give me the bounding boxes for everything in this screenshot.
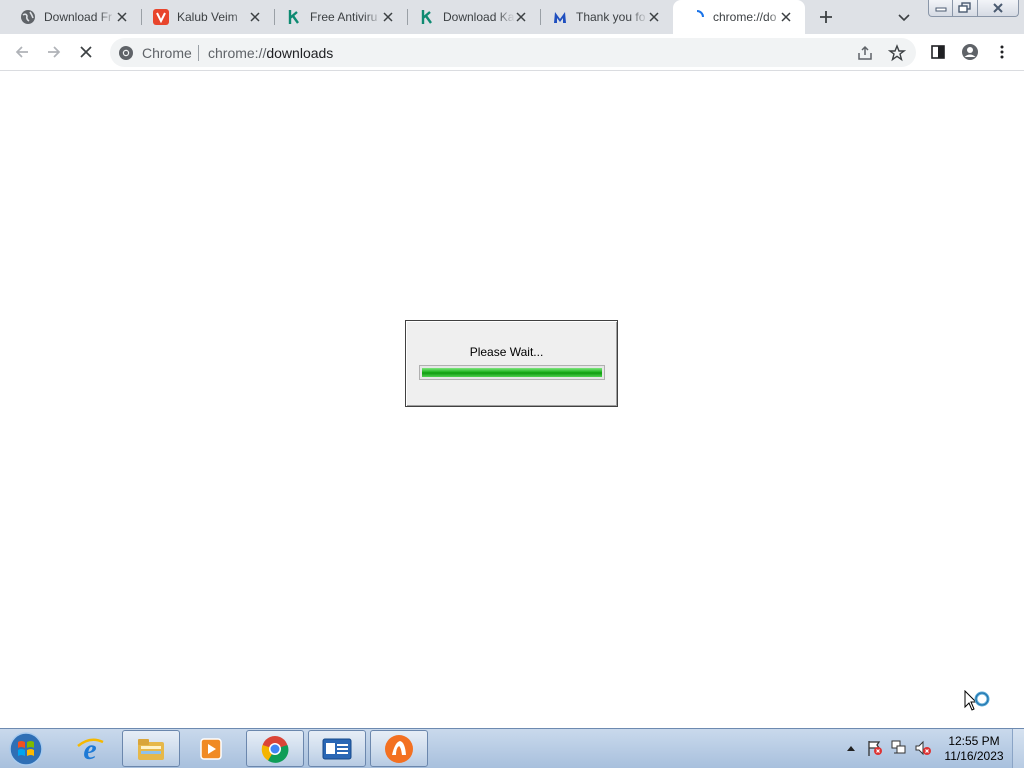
tab-search-button[interactable]: [896, 9, 912, 25]
browser-toolbar: Chrome chrome://downloads: [0, 34, 1024, 71]
windows-start-icon: [9, 732, 43, 766]
site-chip-label: Chrome: [142, 45, 192, 61]
globe-icon: [20, 9, 36, 25]
kebab-menu-icon: [1000, 45, 1004, 59]
tray-volume[interactable]: [914, 739, 932, 757]
stop-x-icon: [80, 46, 92, 58]
media-player-icon: [200, 737, 222, 760]
volume-muted-icon: [915, 740, 931, 756]
stop-loading-button[interactable]: [76, 42, 96, 62]
taskbar-file-explorer[interactable]: [122, 730, 180, 767]
side-panel-icon: [931, 45, 945, 59]
progress-bar: [419, 365, 605, 380]
forward-button[interactable]: [44, 42, 64, 62]
tray-expand-button[interactable]: [842, 739, 860, 757]
chevron-down-icon: [898, 14, 910, 22]
file-explorer-icon: [138, 738, 164, 760]
tab-close-icon[interactable]: [514, 10, 528, 24]
tray-network[interactable]: [890, 739, 908, 757]
tab-free-antivirus[interactable]: Free Antiviru: [274, 0, 407, 34]
tab-close-icon[interactable]: [115, 10, 129, 24]
tab-strip: Download Fr Kalub Veim Free Antiviru Dow…: [0, 0, 1024, 34]
svg-text:e: e: [83, 734, 96, 764]
start-button[interactable]: [6, 731, 46, 767]
share-icon[interactable]: [856, 44, 874, 62]
busy-cursor-icon: [964, 689, 994, 720]
taskbar-chrome[interactable]: [246, 730, 304, 767]
chrome-site-icon: [118, 45, 134, 61]
outlook-card-icon: [322, 738, 352, 759]
tab-title: Thank you fo: [576, 10, 646, 24]
profile-avatar-icon: [962, 44, 978, 60]
tab-chrome-downloads[interactable]: chrome://do: [673, 0, 805, 34]
tab-close-icon[interactable]: [779, 10, 793, 24]
tab-close-icon[interactable]: [248, 10, 262, 24]
tab-close-icon[interactable]: [381, 10, 395, 24]
tab-title: Download Fr: [44, 10, 113, 24]
clock-date: 11/16/2023: [944, 749, 1004, 763]
loading-spinner-icon: [689, 9, 705, 25]
v-logo-icon: [153, 9, 169, 25]
tab-download-kaspersky[interactable]: Download Ka: [407, 0, 540, 34]
windows-taskbar: e 12:55 PM 11/16/2023: [0, 728, 1024, 768]
tab-thank-you[interactable]: Thank you fo: [540, 0, 673, 34]
chrome-icon: [261, 735, 289, 763]
menu-button[interactable]: [992, 42, 1012, 62]
restore-icon: [958, 2, 971, 13]
malwarebytes-icon: [552, 9, 568, 25]
chevron-up-icon: [847, 746, 855, 751]
dialog-message: Please Wait...: [469, 345, 544, 359]
address-bar[interactable]: Chrome chrome://downloads: [110, 38, 916, 67]
url-host: downloads: [266, 45, 334, 61]
profile-button[interactable]: [960, 42, 980, 62]
minimize-button[interactable]: [928, 0, 953, 17]
tab-title: Free Antiviru: [310, 10, 378, 24]
arrow-left-icon: [15, 46, 28, 58]
clock-time: 12:55 PM: [948, 734, 1000, 748]
taskbar-media-player[interactable]: [183, 730, 241, 767]
tab-close-icon[interactable]: [647, 10, 661, 24]
tab-title: Kalub Veim: [177, 10, 238, 24]
omnibox-divider: [198, 45, 199, 61]
tab-kalub-veim[interactable]: Kalub Veim: [141, 0, 274, 34]
side-panel-button[interactable]: [928, 42, 948, 62]
restore-button[interactable]: [952, 0, 978, 17]
close-icon: [993, 3, 1003, 13]
url-text: chrome://downloads: [208, 45, 333, 61]
progress-bar-fill: [422, 368, 602, 377]
taskbar-internet-explorer[interactable]: e: [61, 730, 119, 767]
tab-download-free[interactable]: Download Fr: [0, 0, 141, 34]
tray-action-center[interactable]: [866, 739, 884, 757]
arrow-right-icon: [48, 46, 61, 58]
show-desktop-button[interactable]: [1012, 729, 1024, 768]
back-button[interactable]: [12, 42, 32, 62]
minimize-icon: [935, 7, 946, 12]
system-clock[interactable]: 12:55 PM 11/16/2023: [940, 734, 1008, 764]
kaspersky-k-icon: [286, 9, 302, 25]
plus-icon: [820, 11, 832, 23]
close-window-button[interactable]: [977, 0, 1019, 17]
kaspersky-k-icon: [419, 9, 435, 25]
tab-title: chrome://do: [713, 10, 777, 24]
taskbar-avast[interactable]: [370, 730, 428, 767]
please-wait-dialog: Please Wait...: [405, 320, 618, 407]
bookmark-star-icon[interactable]: [887, 44, 907, 62]
flag-warning-icon: [868, 741, 882, 756]
url-scheme: chrome://: [208, 45, 267, 61]
tab-title: Download Ka: [443, 10, 515, 24]
internet-explorer-icon: e: [77, 734, 104, 764]
network-icon: [891, 740, 906, 754]
taskbar-outlook[interactable]: [308, 730, 366, 767]
avast-icon: [385, 734, 413, 763]
new-tab-button[interactable]: [816, 7, 836, 27]
